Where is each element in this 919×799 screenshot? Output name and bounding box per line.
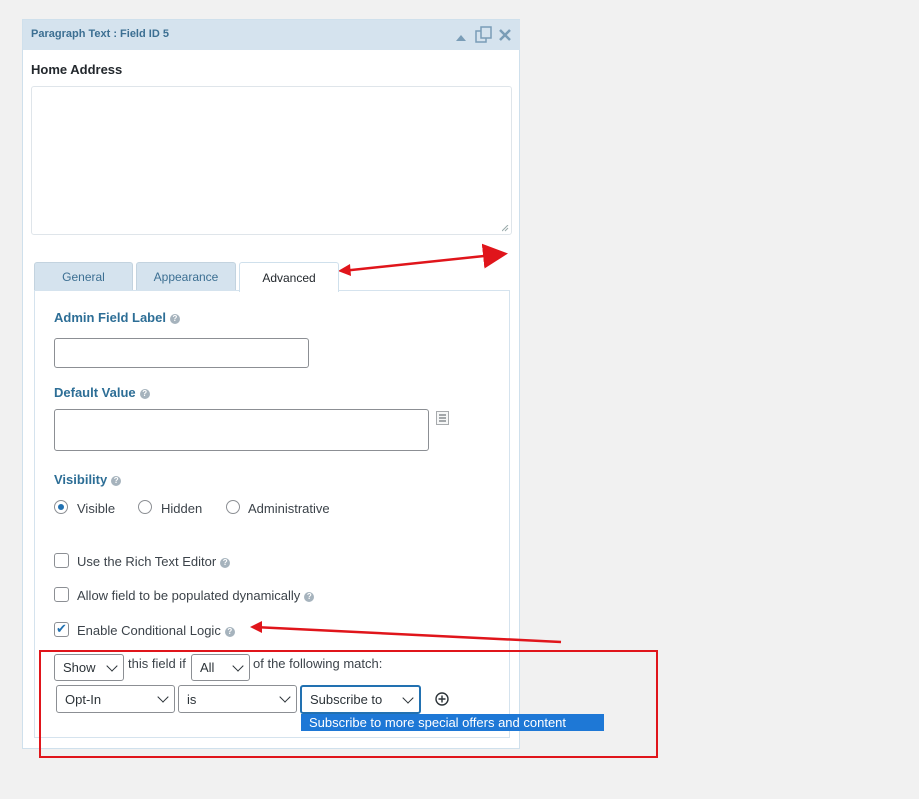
tab-advanced[interactable]: Advanced xyxy=(239,262,339,292)
annotation-arrows xyxy=(250,243,562,644)
arrow-to-conditional-logic xyxy=(252,625,562,644)
arrow-to-advanced-tab xyxy=(341,243,508,273)
arrowhead-conditional xyxy=(250,621,262,633)
arrowhead-advanced xyxy=(338,264,351,276)
